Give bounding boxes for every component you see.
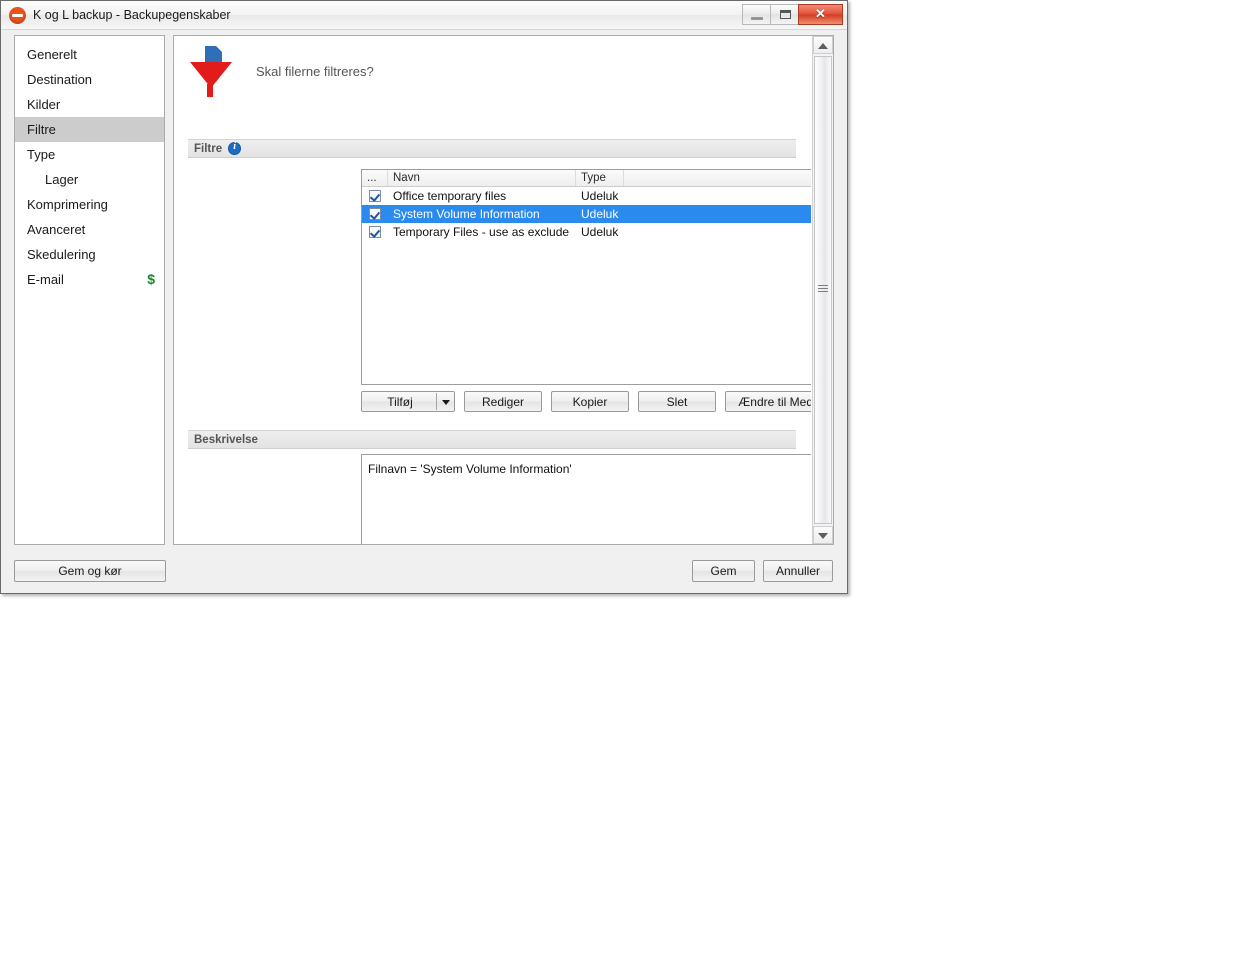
row-name: Office temporary files <box>393 189 507 203</box>
sidebar-item-label: Type <box>27 147 56 162</box>
sidebar-item-filtre[interactable]: Filtre <box>15 117 164 142</box>
window-controls: ✕ <box>742 4 843 25</box>
sidebar-item-label: Filtre <box>27 122 56 137</box>
save-label: Gem <box>710 564 737 578</box>
sidebar-item-label: Kilder <box>27 97 61 112</box>
row-type: Udeluk <box>581 207 619 221</box>
sidebar-item-email[interactable]: E-mail $ <box>15 267 164 292</box>
filters-list[interactable]: ... Navn Type Office temporary files Ude… <box>361 169 811 385</box>
row-checkbox-cell[interactable] <box>362 208 388 220</box>
footer-left: Gem og kør <box>14 560 166 582</box>
close-button[interactable]: ✕ <box>798 4 843 25</box>
description-text: Filnavn = 'System Volume Information' <box>368 462 572 476</box>
title-bar: K og L backup - Backupegenskaber ✕ <box>1 1 847 30</box>
sidebar-item-skedulering[interactable]: Skedulering <box>15 242 164 267</box>
close-icon: ✕ <box>815 6 826 21</box>
sidebar-item-generelt[interactable]: Generelt <box>15 42 164 67</box>
toggle-include-button[interactable]: Ændre til Medtag <box>725 391 811 412</box>
chevron-down-icon[interactable] <box>442 400 450 405</box>
dollar-icon: $ <box>147 271 155 287</box>
toggle-include-label: Ændre til Medtag <box>738 394 811 409</box>
sidebar-item-label: Destination <box>27 72 93 87</box>
scroll-up-button[interactable] <box>813 36 833 54</box>
sidebar-item-destination[interactable]: Destination <box>15 67 164 92</box>
app-eject-circle-icon <box>9 6 26 24</box>
checkbox-icon[interactable] <box>369 226 381 238</box>
row-checkbox-cell[interactable] <box>362 226 388 238</box>
checkbox-icon[interactable] <box>369 190 381 202</box>
copy-filter-button[interactable]: Kopier <box>551 391 629 412</box>
backup-properties-window: K og L backup - Backupegenskaber ✕ Gener… <box>0 0 848 594</box>
save-and-run-label: Gem og kør <box>58 564 122 578</box>
split-separator <box>436 393 437 410</box>
edit-filter-label: Rediger <box>481 394 525 409</box>
row-name: Temporary Files - use as exclude <box>393 225 570 239</box>
sidebar-item-avanceret[interactable]: Avanceret <box>15 217 164 242</box>
save-button[interactable]: Gem <box>692 560 755 582</box>
window-title: K og L backup - Backupegenskaber <box>33 8 231 22</box>
sidebar-item-label: Avanceret <box>27 222 86 237</box>
row-checkbox-cell[interactable] <box>362 190 388 202</box>
cancel-label: Annuller <box>775 564 821 578</box>
window-body: Generelt Destination Kilder Filtre Type … <box>1 30 847 593</box>
delete-filter-label: Slet <box>666 394 688 409</box>
table-row[interactable]: System Volume Information Udeluk <box>362 205 811 223</box>
sidebar-item-label: Skedulering <box>27 247 96 262</box>
settings-sidebar: Generelt Destination Kilder Filtre Type … <box>14 35 165 545</box>
filter-action-buttons: Tilføj Rediger Kopier Slet Ændre til Med <box>361 391 811 412</box>
scroll-down-button[interactable] <box>813 526 833 544</box>
scroll-up-icon <box>818 43 828 49</box>
content-scroll-area: Skal filerne filtreres? Filtre ... Navn … <box>174 36 811 544</box>
sidebar-item-type[interactable]: Type <box>15 142 164 167</box>
column-header-type[interactable]: Type <box>576 170 624 186</box>
sidebar-item-kilder[interactable]: Kilder <box>15 92 164 117</box>
scrollbar-grip-icon <box>818 285 828 295</box>
filters-group-label: Filtre <box>194 142 223 155</box>
checkbox-icon[interactable] <box>369 208 381 220</box>
filters-group-header: Filtre <box>188 139 796 158</box>
cancel-button[interactable]: Annuller <box>763 560 833 582</box>
row-name: System Volume Information <box>393 207 540 221</box>
row-type: Udeluk <box>581 225 619 239</box>
description-group-header: Beskrivelse <box>188 430 796 449</box>
page-header: Skal filerne filtreres? <box>188 42 374 100</box>
row-type: Udeluk <box>581 189 619 203</box>
sidebar-item-komprimering[interactable]: Komprimering <box>15 192 164 217</box>
copy-filter-label: Kopier <box>572 394 608 409</box>
page-question-text: Skal filerne filtreres? <box>256 63 374 79</box>
minimize-icon <box>751 17 763 20</box>
minimize-button[interactable] <box>742 4 771 25</box>
description-box[interactable]: Filnavn = 'System Volume Information' <box>361 454 811 544</box>
edit-filter-button[interactable]: Rediger <box>464 391 542 412</box>
filters-content-panel: Skal filerne filtreres? Filtre ... Navn … <box>173 35 834 545</box>
add-filter-button[interactable]: Tilføj <box>361 391 455 412</box>
save-and-run-button[interactable]: Gem og kør <box>14 560 166 582</box>
list-column-headers: ... Navn Type <box>362 170 811 187</box>
column-header-filler <box>624 170 811 186</box>
maximize-icon <box>780 10 791 19</box>
scroll-down-icon <box>818 533 828 539</box>
panel-vertical-scrollbar[interactable] <box>812 36 833 544</box>
sidebar-item-label: Generelt <box>27 47 77 62</box>
table-row[interactable]: Temporary Files - use as exclude Udeluk <box>362 223 811 241</box>
delete-filter-button[interactable]: Slet <box>638 391 716 412</box>
scrollbar-thumb[interactable] <box>814 56 832 524</box>
sidebar-item-label: E-mail <box>27 272 64 287</box>
sidebar-item-label: Komprimering <box>27 197 108 212</box>
sidebar-item-label: Lager <box>45 172 79 187</box>
add-filter-label: Tilføj <box>387 394 413 409</box>
description-group-label: Beskrivelse <box>194 433 258 446</box>
table-row[interactable]: Office temporary files Udeluk <box>362 187 811 205</box>
funnel-icon <box>188 46 234 97</box>
footer-right: Gem Annuller <box>692 560 833 582</box>
info-icon[interactable] <box>228 141 242 155</box>
sidebar-item-lager[interactable]: Lager <box>15 167 164 192</box>
column-header-navn[interactable]: Navn <box>388 170 576 186</box>
column-header-checkbox[interactable]: ... <box>362 170 388 186</box>
maximize-button[interactable] <box>770 4 799 25</box>
